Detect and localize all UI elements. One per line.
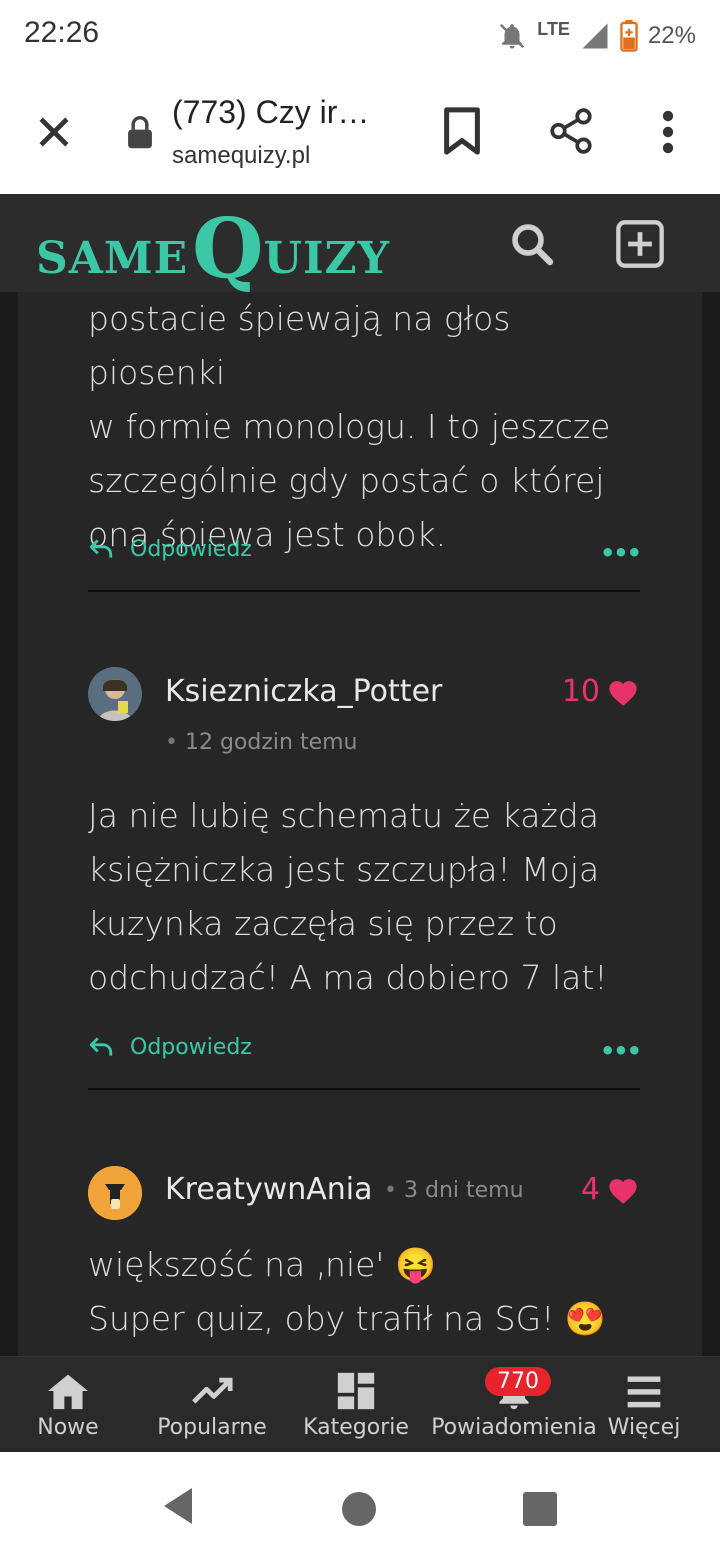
comment-text: większość na ‚nie' 😝 Super quiz, oby tra… — [88, 1238, 648, 1346]
logo-q: Q — [192, 201, 264, 297]
nav-item-wiecej[interactable]: Więcej — [608, 1357, 680, 1453]
notification-badge: 770 — [485, 1367, 551, 1396]
reply-button[interactable]: Odpowiedz — [130, 1035, 252, 1060]
comment-timestamp: • 3 dni temu — [384, 1178, 524, 1203]
comment-author[interactable]: Ksiezniczka_Potter — [165, 674, 442, 709]
heart-icon[interactable] — [606, 677, 640, 707]
lock-icon[interactable] — [126, 116, 154, 150]
home-icon[interactable] — [46, 1371, 90, 1411]
comment-line: szczególnie gdy postać o której — [88, 461, 605, 500]
nav-label: Popularne — [157, 1415, 267, 1440]
comments-section: postacie śpiewają na głos piosenki w for… — [0, 292, 720, 1356]
network-type: LTE — [537, 18, 570, 39]
avatar[interactable] — [88, 667, 142, 721]
divider — [88, 590, 640, 592]
page-domain[interactable]: samequizy.pl — [172, 142, 310, 170]
dashboard-icon[interactable] — [334, 1371, 378, 1411]
nav-label: Więcej — [607, 1415, 681, 1440]
signal-icon — [582, 23, 608, 49]
comment-timestamp: • 12 godzin temu — [165, 730, 358, 755]
nav-item-kategorie[interactable]: Kategorie — [303, 1357, 409, 1453]
heart-icon[interactable] — [606, 1175, 640, 1205]
comment-line: większość na ‚nie' 😝 — [88, 1245, 437, 1284]
status-bar: 22:26 LTE 22% — [0, 0, 720, 72]
more-options-button[interactable]: ••• — [600, 1037, 642, 1065]
back-icon[interactable] — [160, 1486, 196, 1526]
nav-label: Kategorie — [303, 1415, 409, 1440]
share-icon[interactable] — [546, 106, 596, 156]
nav-label: Powiadomienia — [431, 1415, 597, 1440]
recent-apps-icon[interactable] — [523, 1492, 557, 1526]
reply-icon[interactable] — [88, 537, 114, 561]
likes-count: 10 — [561, 674, 600, 709]
notifications-off-icon — [500, 23, 525, 49]
battery-percent: 22% — [647, 22, 696, 49]
samequizy-logo[interactable]: SAME Q UIZY — [36, 200, 390, 290]
comment-line: Super quiz, oby trafił na SG! 😍 — [88, 1299, 606, 1338]
nav-item-popularne[interactable]: Popularne — [156, 1357, 268, 1453]
add-quiz-icon[interactable] — [614, 218, 666, 270]
menu-icon[interactable] — [622, 1371, 666, 1411]
nav-label: Nowe — [37, 1415, 99, 1440]
nav-item-powiadomienia[interactable]: Powiadomienia 770 — [431, 1357, 597, 1453]
more-vert-icon[interactable] — [656, 108, 680, 156]
logo-same: SAME — [36, 233, 189, 284]
reply-row: Odpowiedz ••• — [88, 1027, 642, 1067]
status-time: 22:26 — [24, 16, 100, 49]
divider — [88, 1088, 640, 1090]
page-title[interactable]: (773) Czy ir… — [172, 94, 369, 131]
comment-line: księżniczka jest szczupła! Moja — [88, 850, 600, 889]
site-header: SAME Q UIZY — [0, 194, 720, 292]
comment-line: odchudzać! A ma dobiero 7 lat! — [88, 958, 608, 997]
timestamp-text: 3 dni temu — [403, 1178, 524, 1203]
comment-text: Ja nie lubię schematu że każda księżnicz… — [88, 789, 648, 1005]
close-icon[interactable] — [32, 110, 76, 154]
comments-card: postacie śpiewają na głos piosenki w for… — [18, 292, 702, 1356]
reply-row: Odpowiedz ••• — [88, 529, 642, 569]
system-navigation-bar — [0, 1452, 720, 1560]
more-options-button[interactable]: ••• — [600, 539, 642, 567]
nav-item-nowe[interactable]: Nowe — [36, 1357, 100, 1453]
timestamp-text: 12 godzin temu — [184, 730, 358, 755]
comment-text: postacie śpiewają na głos piosenki w for… — [88, 292, 648, 562]
status-icons: LTE 22% — [497, 16, 696, 56]
likes-counter[interactable]: 10 — [562, 674, 640, 709]
reply-button[interactable]: Odpowiedz — [130, 537, 252, 562]
comment-line: kuzynka zaczęła się przez to — [88, 904, 558, 943]
reply-icon[interactable] — [88, 1035, 114, 1059]
comment-author[interactable]: KreatywnAnia — [165, 1172, 373, 1207]
likes-count: 4 — [580, 1172, 600, 1207]
comment-line: w formie monologu. I to jeszcze — [88, 407, 611, 446]
logo-uizy: UIZY — [263, 233, 391, 284]
likes-counter[interactable]: 4 — [581, 1172, 640, 1207]
avatar[interactable] — [88, 1166, 142, 1220]
home-button-icon[interactable] — [342, 1492, 376, 1526]
search-icon[interactable] — [508, 220, 556, 268]
bookmark-icon[interactable] — [442, 106, 482, 156]
comment-line: Ja nie lubię schematu że każda — [88, 796, 599, 835]
battery-icon — [620, 20, 638, 52]
bottom-navigation: Nowe Popularne Kategorie Powiadomienia 7… — [0, 1356, 720, 1452]
trending-icon[interactable] — [190, 1371, 234, 1411]
comment-line: postacie śpiewają na głos piosenki — [88, 299, 511, 392]
browser-toolbar: (773) Czy ir… samequizy.pl — [0, 72, 720, 194]
